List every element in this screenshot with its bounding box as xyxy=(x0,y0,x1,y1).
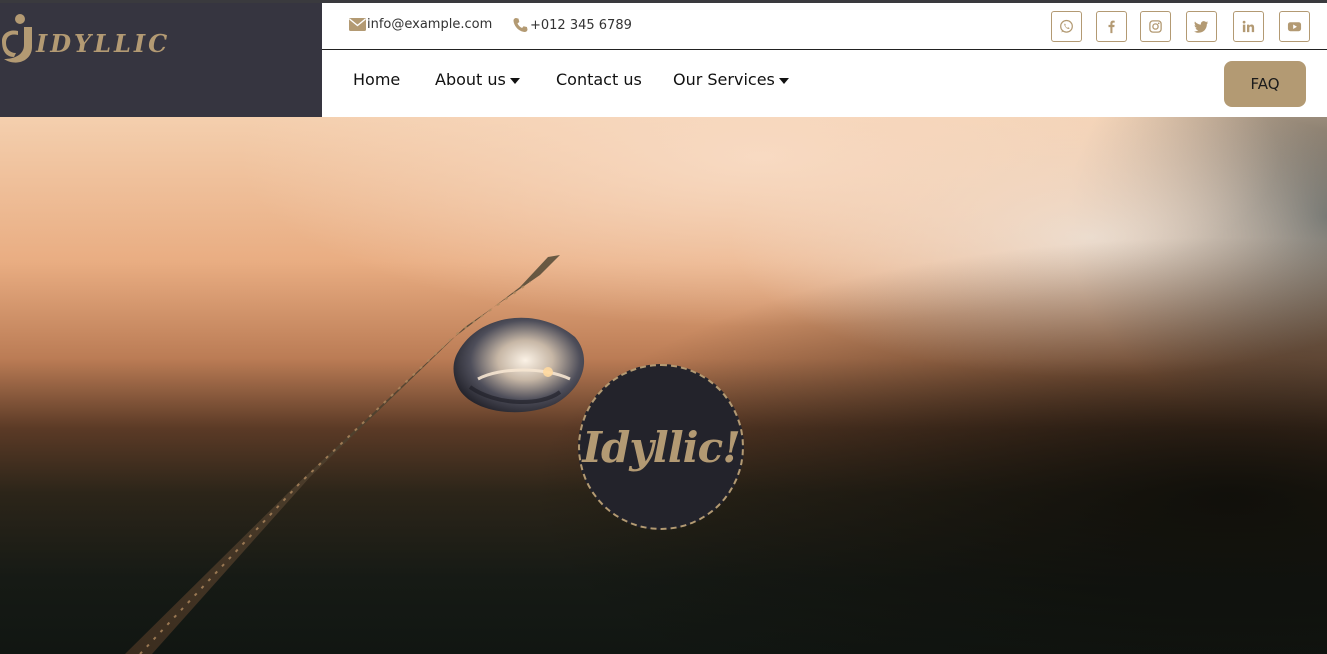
nav-our-services[interactable]: Our Services xyxy=(673,70,789,89)
nav-about-us-label: About us xyxy=(435,70,506,89)
youtube-icon xyxy=(1287,22,1302,32)
logo-mark-icon xyxy=(2,14,32,63)
email-contact[interactable]: info@example.com xyxy=(349,17,492,32)
instagram-icon xyxy=(1149,20,1162,33)
phone-icon xyxy=(513,18,528,32)
facebook-icon xyxy=(1108,20,1115,34)
caret-down-icon xyxy=(778,77,789,84)
topbar: info@example.com +012 345 6789 xyxy=(322,3,1327,50)
social-links xyxy=(1050,11,1327,43)
instagram-button[interactable] xyxy=(1140,11,1171,42)
hero-banner: Idyllic! xyxy=(0,117,1327,654)
logo[interactable]: IDYLLIC xyxy=(0,11,170,67)
linkedin-icon xyxy=(1242,20,1255,33)
faq-button[interactable]: FAQ xyxy=(1224,61,1306,107)
nav-contact-us[interactable]: Contact us xyxy=(556,70,642,89)
twitter-icon xyxy=(1194,21,1209,33)
envelope-icon xyxy=(349,18,366,31)
nav-about-us[interactable]: About us xyxy=(435,70,520,89)
phone-text: +012 345 6789 xyxy=(530,17,632,33)
logo-text: IDYLLIC xyxy=(36,28,171,58)
nav-home[interactable]: Home xyxy=(353,70,400,89)
linkedin-button[interactable] xyxy=(1233,11,1264,42)
facebook-button[interactable] xyxy=(1096,11,1127,42)
badge-text: Idyllic! xyxy=(582,423,740,472)
twitter-button[interactable] xyxy=(1186,11,1217,42)
main-navbar: Home About us Contact us Our Services FA… xyxy=(322,51,1327,117)
email-text: info@example.com xyxy=(367,17,493,32)
whatsapp-icon xyxy=(1060,19,1073,33)
nav-contact-us-label: Contact us xyxy=(556,70,642,89)
nav-home-label: Home xyxy=(353,70,401,89)
nav-our-services-label: Our Services xyxy=(673,70,775,89)
caret-down-icon xyxy=(509,77,520,84)
logo-panel: IDYLLIC xyxy=(0,3,322,117)
phone-contact[interactable]: +012 345 6789 xyxy=(512,17,632,33)
youtube-button[interactable] xyxy=(1279,11,1310,42)
whatsapp-button[interactable] xyxy=(1051,11,1082,42)
